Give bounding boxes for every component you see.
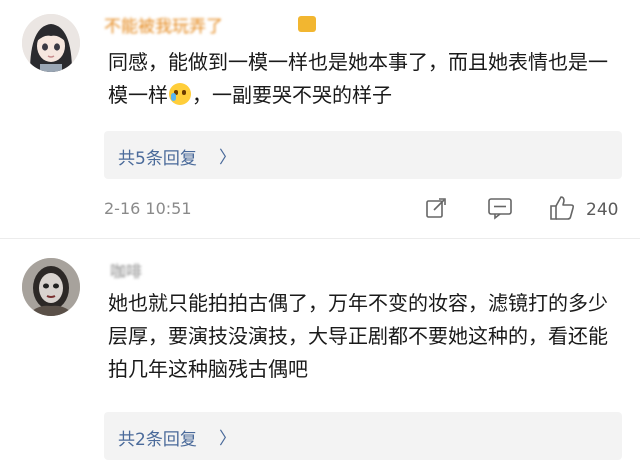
avatar-photo	[22, 258, 80, 316]
chevron-right-icon: 〉	[219, 148, 236, 168]
comment-card: 不能被我玩弄了 同感，能做到一模一样也是她本事了，而且她表情也是一模一样 ，一副要…	[0, 0, 640, 250]
chevron-right-icon: 〉	[219, 429, 236, 449]
username[interactable]: 咖啡	[110, 258, 142, 282]
replies-box[interactable]: 共2条回复 〉	[104, 412, 622, 460]
like-thumb-icon[interactable]	[548, 194, 576, 226]
comment-text-part: ，一副要哭不哭的样子	[192, 83, 392, 107]
replies-box[interactable]: 共5条回复 〉	[104, 131, 622, 179]
replies-link[interactable]: 共5条回复	[118, 144, 197, 169]
username[interactable]: 不能被我玩弄了	[104, 12, 223, 37]
vip-badge-icon	[298, 16, 316, 32]
user-avatar[interactable]	[22, 14, 80, 72]
comment-text: 她也就只能拍拍古偶了，万年不变的妆容，滤镜打的多少层厚，要演技没演技，大导正剧都…	[108, 291, 608, 381]
comment-divider	[0, 238, 640, 239]
comment-text: 同感，能做到一模一样也是她本事了，而且她表情也是一模一样 ，一副要哭不哭的样子	[108, 46, 618, 112]
share-icon[interactable]	[424, 196, 448, 224]
comment-card: 咖啡 她也就只能拍拍古偶了，万年不变的妆容，滤镜打的多少层厚，要演技没演技，大导…	[0, 240, 640, 465]
like-count: 240	[586, 200, 619, 220]
avatar-illustration	[22, 14, 80, 72]
comment-timestamp: 2-16 10:51	[104, 199, 192, 218]
crying-laughing-emoji-icon	[169, 83, 191, 105]
user-avatar[interactable]	[22, 258, 80, 316]
comment-icon[interactable]	[487, 196, 513, 224]
replies-link[interactable]: 共2条回复	[118, 425, 197, 450]
